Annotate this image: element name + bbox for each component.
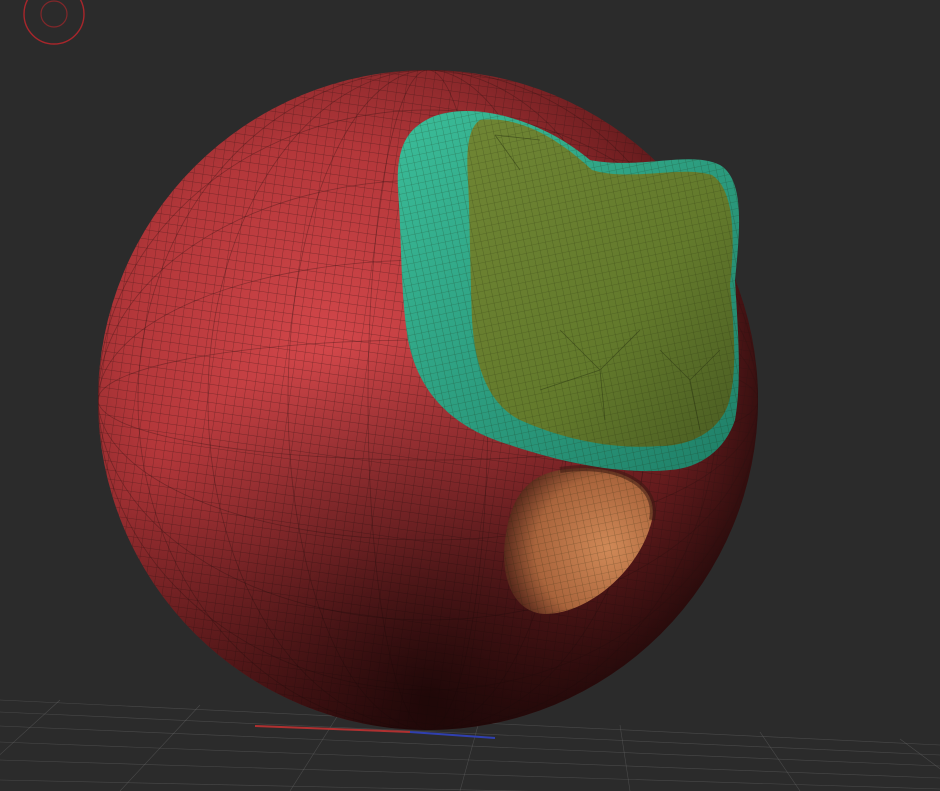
scene-canvas[interactable]	[0, 0, 940, 791]
orientation-gizmo-icon[interactable]	[22, 0, 86, 46]
3d-viewport[interactable]	[0, 0, 940, 791]
